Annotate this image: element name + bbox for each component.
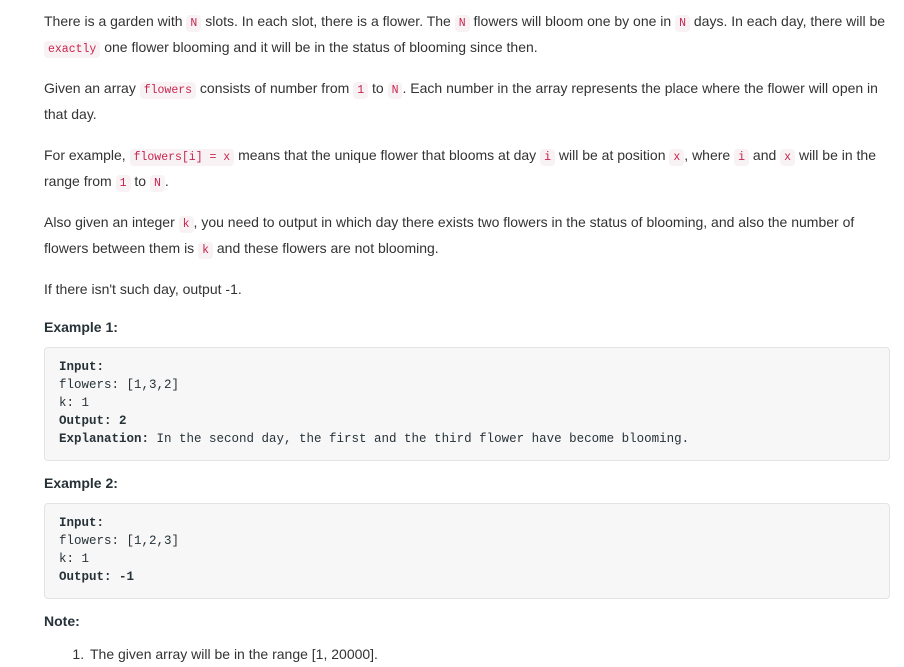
inline-code-token: k xyxy=(178,216,194,233)
inline-code-token: x xyxy=(780,149,796,166)
code-line-value: In the second day, the first and the thi… xyxy=(149,432,690,446)
paragraph-p4: Also given an integer k, you need to out… xyxy=(44,209,892,261)
code-line: Explanation: In the second day, the firs… xyxy=(59,432,689,446)
code-line-value: k: 1 xyxy=(59,552,90,566)
example-heading: Example 1: xyxy=(44,319,118,335)
examples-list: Example 1: Input: flowers: [1,3,2] k: 1 O… xyxy=(44,317,892,599)
paragraph-text: to xyxy=(130,173,150,189)
code-line: flowers: [1,3,2] xyxy=(59,378,179,392)
example-heading: Example 2: xyxy=(44,475,118,491)
code-line-label: Input: xyxy=(59,360,105,374)
code-line: Output: -1 xyxy=(59,570,134,584)
paragraph-text: . xyxy=(164,173,169,189)
inline-code-token: i xyxy=(540,149,555,166)
code-line: Input: xyxy=(59,516,104,530)
code-line-label: Explanation: xyxy=(59,432,150,446)
paragraph-text: , where xyxy=(684,147,735,163)
note-item: The given array will be in the range [1,… xyxy=(88,641,892,667)
code-line: Input: xyxy=(59,360,104,374)
paragraph-text: days. In each day, there will be xyxy=(689,13,886,29)
paragraph-text: There is a garden with xyxy=(44,13,187,29)
code-line-value: -1 xyxy=(111,570,135,584)
inline-code-token: 1 xyxy=(353,82,369,99)
code-line-label: Output: xyxy=(59,570,112,584)
paragraph-text: to xyxy=(368,80,388,96)
code-line-value: flowers: [1,2,3] xyxy=(59,534,180,548)
paragraph-text: and xyxy=(749,147,781,163)
code-line-value: 2 xyxy=(111,414,127,428)
inline-code-token: flowers xyxy=(139,82,197,99)
paragraph-text: will be at position xyxy=(554,147,670,163)
code-line: flowers: [1,2,3] xyxy=(59,534,179,548)
code-line: Output: 2 xyxy=(59,414,127,428)
paragraph-list: There is a garden with N slots. In each … xyxy=(44,8,892,302)
paragraph-text: means that the unique flower that blooms… xyxy=(234,147,541,163)
paragraph-text: Given an array xyxy=(44,80,140,96)
note-heading: Note: xyxy=(44,613,80,629)
paragraph-text: slots. In each slot, there is a flower. … xyxy=(201,13,455,29)
paragraph-text: one flower blooming and it will be in th… xyxy=(100,39,538,55)
code-line-label: Output: xyxy=(59,414,112,428)
inline-code-token: N xyxy=(186,15,202,32)
inline-code-token: k xyxy=(198,242,213,259)
paragraph-p5: If there isn't such day, output -1. xyxy=(44,276,892,302)
paragraph-text: flowers will bloom one by one in xyxy=(469,13,676,29)
paragraph-text: Also given an integer xyxy=(44,214,179,230)
inline-code-token: N xyxy=(675,15,690,32)
paragraph-p2: Given an array flowers consists of numbe… xyxy=(44,75,892,127)
note-item-list: The given array will be in the range [1,… xyxy=(44,641,892,667)
inline-code-token: N xyxy=(454,15,470,32)
inline-code-token: exactly xyxy=(44,41,101,58)
code-line-value: flowers: [1,3,2] xyxy=(59,378,180,392)
paragraph-text: consists of number from xyxy=(196,80,354,96)
paragraph-p1: There is a garden with N slots. In each … xyxy=(44,8,892,60)
paragraph-p3: For example, flowers[i] = x means that t… xyxy=(44,142,892,194)
inline-code-token: 1 xyxy=(115,175,131,192)
code-line: k: 1 xyxy=(59,396,89,410)
paragraph-text: and these flowers are not blooming. xyxy=(212,240,439,256)
inline-code-token: N xyxy=(387,82,403,99)
inline-code-token: i xyxy=(734,149,750,166)
inline-code-token: N xyxy=(149,175,165,192)
inline-code-token: flowers[i] = x xyxy=(129,149,235,166)
code-line: k: 1 xyxy=(59,552,89,566)
paragraph-text: For example, xyxy=(44,147,130,163)
code-line-value: k: 1 xyxy=(59,396,90,410)
problem-description-page: There is a garden with N slots. In each … xyxy=(0,0,904,667)
paragraph-text: If there isn't such day, output -1. xyxy=(44,281,242,297)
example-code-block: Input: flowers: [1,2,3] k: 1 Output: -1 xyxy=(44,503,890,599)
code-line-label: Input: xyxy=(59,516,105,530)
code-text: Input: flowers: [1,3,2] k: 1 Output: 2 E… xyxy=(59,358,877,448)
example-code-block: Input: flowers: [1,3,2] k: 1 Output: 2 E… xyxy=(44,347,890,461)
code-text: Input: flowers: [1,2,3] k: 1 Output: -1 xyxy=(59,514,877,586)
inline-code-token: x xyxy=(669,149,685,166)
